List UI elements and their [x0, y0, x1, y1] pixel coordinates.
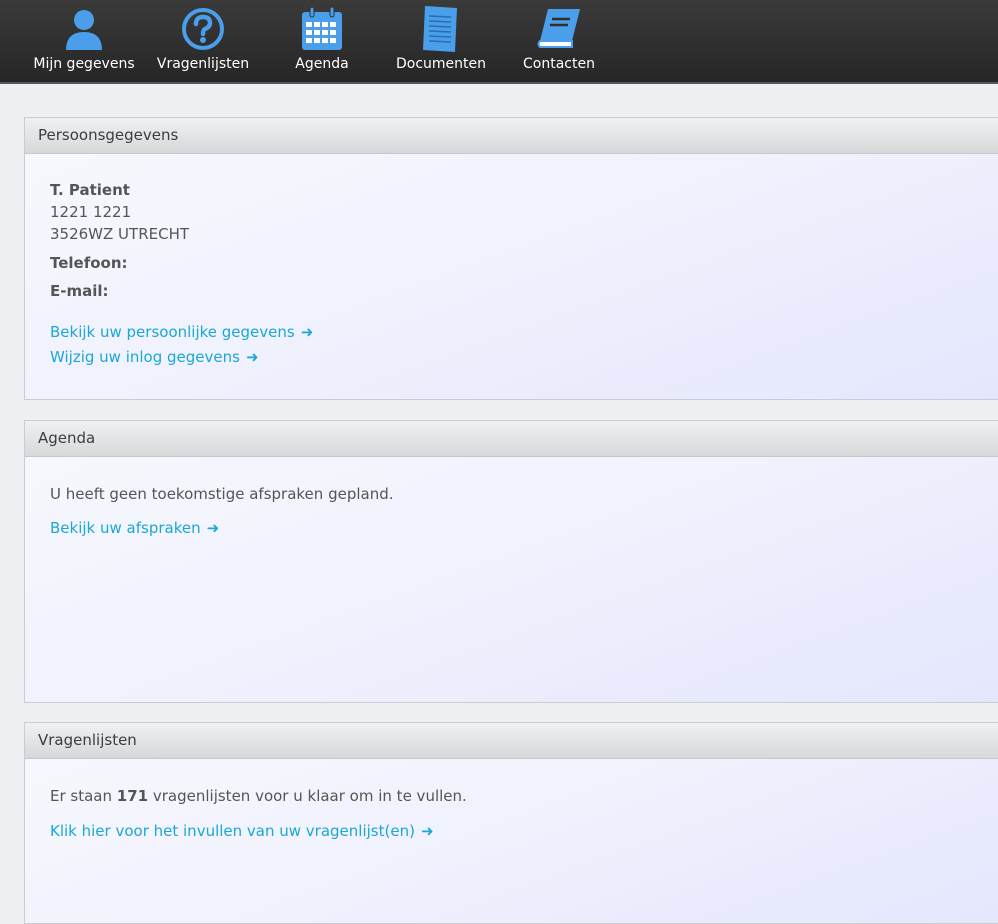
text-after: vragenlijsten voor u klaar om in te vull… [152, 787, 467, 805]
link-text: Wijzig uw inlog gegevens [50, 348, 240, 366]
agenda-panel: Agenda U heeft geen toekomstige afsprake… [24, 420, 998, 703]
nav-label: Agenda [295, 56, 349, 72]
questionnaire-count: 171 [116, 787, 149, 805]
nav-label: Documenten [395, 56, 486, 72]
arrow-right-icon: ➜ [206, 518, 220, 537]
nav-label: Contacten [523, 56, 595, 72]
nav-item-agenda[interactable]: Agenda [262, 0, 382, 82]
nav-item-contacten[interactable]: Contacten [499, 0, 619, 82]
calendar-icon [300, 6, 344, 52]
view-appointments-link[interactable]: Bekijk uw afspraken ➜ [50, 519, 219, 537]
patient-name: T. Patient [50, 181, 130, 199]
nav-item-mijn-gegevens[interactable]: Mijn gegevens [24, 0, 144, 82]
panel-title: Agenda [25, 421, 998, 457]
nav-label: Vragenlijsten [156, 56, 250, 72]
address-line-1: 1221 1221 [50, 203, 132, 221]
book-icon [536, 6, 582, 52]
view-personal-link[interactable]: Bekijk uw persoonlijke gegevens ➜ [50, 323, 313, 341]
panel-body: T. Patient 1221 1221 3526WZ UTRECHT Tele… [25, 154, 998, 399]
user-icon [64, 6, 104, 52]
address-line-2: 3526WZ UTRECHT [50, 225, 190, 243]
arrow-right-icon: ➜ [300, 322, 314, 341]
nav-item-documenten[interactable]: Documenten [381, 0, 501, 82]
link-text: Bekijk uw persoonlijke gegevens [50, 323, 295, 341]
edit-login-link[interactable]: Wijzig uw inlog gegevens ➜ [50, 348, 259, 366]
link-text: Klik hier voor het invullen van uw vrage… [50, 822, 415, 840]
email-label: E-mail: [50, 282, 109, 300]
agenda-message: U heeft geen toekomstige afspraken gepla… [50, 485, 394, 503]
panel-title: Persoonsgegevens [25, 118, 998, 154]
nav-item-vragenlijsten[interactable]: Vragenlijsten [143, 0, 263, 82]
arrow-right-icon: ➜ [245, 347, 259, 366]
panel-body: U heeft geen toekomstige afspraken gepla… [25, 457, 998, 702]
document-icon [421, 6, 461, 52]
personal-panel: Persoonsgegevens T. Patient 1221 1221 35… [24, 117, 998, 400]
panel-body: Er staan 171 vragenlijsten voor u klaar … [25, 759, 998, 923]
question-icon [181, 6, 225, 52]
questionnaires-message: Er staan 171 vragenlijsten voor u klaar … [50, 787, 467, 805]
questionnaires-panel: Vragenlijsten Er staan 171 vragenlijsten… [24, 722, 998, 924]
phone-label: Telefoon: [50, 254, 128, 272]
fill-questionnaires-link[interactable]: Klik hier voor het invullen van uw vrage… [50, 822, 434, 840]
nav-label: Mijn gegevens [33, 56, 135, 72]
top-navigation: Mijn gegevens Vragenlijsten Agenda Docum… [0, 0, 998, 84]
link-text: Bekijk uw afspraken [50, 519, 201, 537]
arrow-right-icon: ➜ [420, 821, 434, 840]
panel-title: Vragenlijsten [25, 723, 998, 759]
text-before: Er staan [50, 787, 112, 805]
